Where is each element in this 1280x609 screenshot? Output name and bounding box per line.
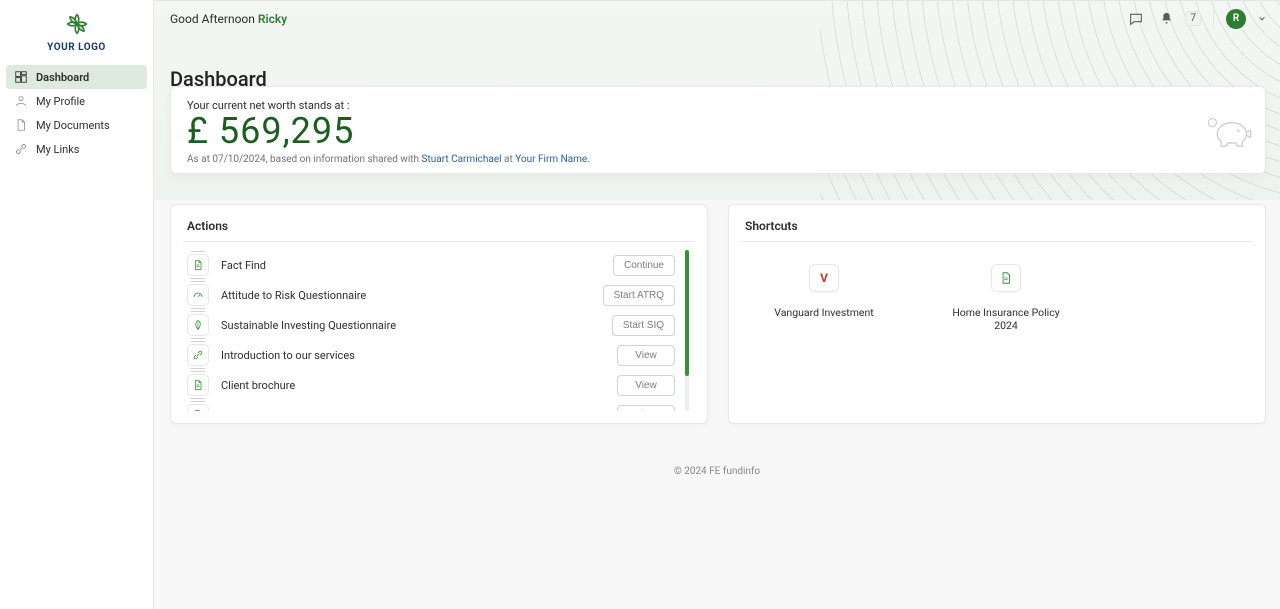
- greeting-prefix: Good Afternoon: [170, 12, 258, 26]
- messages-button[interactable]: [1127, 10, 1145, 28]
- action-button[interactable]: View: [617, 345, 675, 366]
- panels-row: Actions Fact Find Continue Attitude to Ris…: [170, 204, 1266, 424]
- action-label: Attitude to Risk Questionnaire: [221, 289, 591, 302]
- shortcuts-panel-title: Shortcuts: [745, 219, 1249, 233]
- networth-meta-mid: at: [502, 154, 516, 165]
- shortcut-label: Vanguard Investment: [774, 306, 873, 319]
- action-button[interactable]: Start SIQ: [612, 315, 675, 336]
- action-row: Client brochure View: [187, 370, 675, 400]
- dashboard-icon: [14, 70, 28, 84]
- greeting-name: Ricky: [258, 12, 287, 26]
- action-label: Introduction to our services: [221, 349, 605, 362]
- sidebar-item-documents[interactable]: My Documents: [6, 113, 147, 137]
- shortcut-card-icon: V: [809, 264, 839, 292]
- link-icon: [14, 142, 28, 156]
- panel-divider: [183, 241, 695, 242]
- sidebar-item-links[interactable]: My Links: [6, 137, 147, 161]
- action-row: Fee Agreement View: [187, 400, 675, 411]
- actions-list: Fact Find Continue Attitude to Risk Questi…: [187, 250, 691, 411]
- shortcuts-grid: V Vanguard Investment Home Insurance Polic…: [745, 250, 1249, 332]
- chevron-down-icon[interactable]: [1258, 15, 1266, 23]
- actions-panel-title: Actions: [187, 219, 691, 233]
- gauge-icon: [187, 284, 209, 306]
- shortcut-card-icon: [991, 264, 1021, 292]
- notifications-badge: 7: [1185, 11, 1201, 26]
- bell-icon: [1159, 11, 1174, 26]
- topbar: Good Afternoon Ricky 7 R: [154, 0, 1280, 36]
- doc-icon: [187, 404, 209, 411]
- action-label: Sustainable Investing Questionnaire: [221, 319, 600, 332]
- firm-link[interactable]: Your Firm Name: [515, 154, 587, 165]
- networth-meta-suffix: .: [587, 154, 590, 165]
- networth-card: Your current net worth stands at : £ 569…: [170, 86, 1266, 174]
- shortcuts-panel: Shortcuts V Vanguard Investment Home Insur…: [728, 204, 1266, 424]
- logo-text: YOUR LOGO: [47, 42, 106, 53]
- leaf-icon: [187, 314, 209, 336]
- shortcut-item[interactable]: V Vanguard Investment: [769, 264, 879, 332]
- shortcut-item[interactable]: Home Insurance Policy 2024: [951, 264, 1061, 332]
- adviser-link[interactable]: Stuart Carmichael: [422, 154, 502, 165]
- sidebar-item-label: My Documents: [36, 119, 110, 132]
- action-row: Sustainable Investing Questionnaire Start…: [187, 310, 675, 340]
- logo-flower-icon: [63, 10, 91, 38]
- networth-meta-prefix: As at 07/10/2024, based on information s…: [187, 154, 422, 165]
- notifications-button[interactable]: [1157, 10, 1175, 28]
- action-button[interactable]: View: [617, 375, 675, 396]
- panel-divider: [741, 241, 1253, 242]
- greeting: Good Afternoon Ricky: [170, 12, 287, 26]
- avatar[interactable]: R: [1226, 9, 1246, 29]
- document-icon: [14, 118, 28, 132]
- topbar-divider: [1213, 10, 1214, 28]
- shortcut-label: Home Insurance Policy 2024: [951, 306, 1061, 332]
- topbar-right: 7 R: [1127, 9, 1266, 29]
- action-label: Client brochure: [221, 379, 605, 392]
- action-row: Fact Find Continue: [187, 250, 675, 280]
- profile-icon: [14, 94, 28, 108]
- piggybank-icon: [1201, 111, 1253, 157]
- networth-meta: As at 07/10/2024, based on information s…: [187, 154, 1249, 165]
- actions-scroll-thumb[interactable]: [685, 250, 689, 376]
- action-label: Fact Find: [221, 259, 601, 272]
- sidebar-item-label: My Profile: [36, 95, 85, 108]
- sidebar-item-dashboard[interactable]: Dashboard: [6, 65, 147, 89]
- brand-logo[interactable]: YOUR LOGO: [0, 6, 153, 63]
- doc-icon: [187, 374, 209, 396]
- action-row: Attitude to Risk Questionnaire Start ATRQ: [187, 280, 675, 310]
- link-icon: [187, 344, 209, 366]
- footer: © 2024 FE fundinfo: [154, 466, 1280, 477]
- networth-value: £ 569,295: [187, 110, 1249, 152]
- chat-icon: [1128, 11, 1144, 27]
- action-label: Fee Agreement: [221, 409, 605, 412]
- action-row: Introduction to our services View: [187, 340, 675, 370]
- action-button[interactable]: Continue: [613, 255, 675, 276]
- sidebar-item-label: My Links: [36, 143, 79, 156]
- sidebar-item-label: Dashboard: [36, 71, 89, 84]
- sidebar-nav: Dashboard My Profile My Documents My Lin…: [0, 63, 153, 163]
- actions-panel: Actions Fact Find Continue Attitude to Ris…: [170, 204, 708, 424]
- action-button[interactable]: View: [617, 405, 675, 412]
- sidebar: YOUR LOGO Dashboard My Profile My Do: [0, 0, 154, 609]
- action-button[interactable]: Start ATRQ: [603, 285, 675, 306]
- sidebar-item-profile[interactable]: My Profile: [6, 89, 147, 113]
- doc-icon: [187, 254, 209, 276]
